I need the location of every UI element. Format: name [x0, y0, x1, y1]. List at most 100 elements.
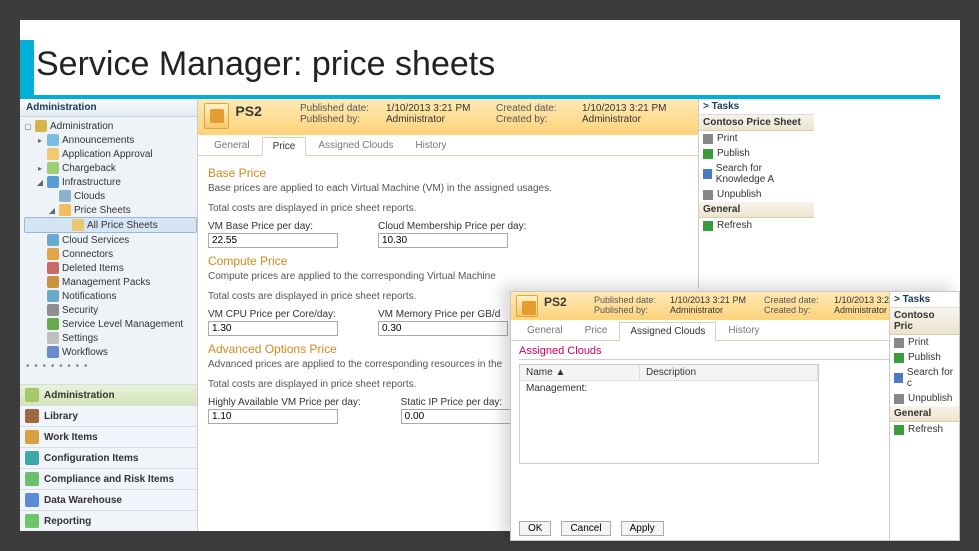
- tree-item[interactable]: Workflows: [24, 345, 197, 359]
- tree-item[interactable]: Service Level Management: [24, 317, 197, 331]
- section-label: Work Items: [44, 432, 98, 443]
- tree-item[interactable]: All Price Sheets: [24, 217, 197, 233]
- nav-header: Administration: [20, 99, 197, 117]
- folder-icon: [59, 190, 71, 202]
- tree-item[interactable]: ▢Administration: [24, 119, 197, 133]
- section-label: Data Warehouse: [44, 495, 122, 506]
- task-item[interactable]: Print: [699, 131, 814, 146]
- task-item[interactable]: Search for c: [890, 365, 959, 391]
- tree-item[interactable]: ◢Infrastructure: [24, 175, 197, 189]
- nav-section[interactable]: Configuration Items: [20, 447, 197, 468]
- price-sheet-icon: [204, 103, 229, 129]
- tasks-group: General: [890, 406, 959, 422]
- ha-vm-price-input[interactable]: [208, 409, 338, 424]
- task-item[interactable]: Publish: [699, 146, 814, 161]
- nav-section[interactable]: Reporting: [20, 510, 197, 531]
- section-label: Administration: [44, 390, 115, 401]
- task-item[interactable]: Search for Knowledge A: [699, 161, 814, 187]
- tree-item[interactable]: Application Approval: [24, 147, 197, 161]
- tree-item[interactable]: Settings: [24, 331, 197, 345]
- task-icon: [703, 169, 712, 179]
- tab[interactable]: General: [517, 322, 573, 340]
- folder-icon: [47, 234, 59, 246]
- form-tabs: GeneralPriceAssigned CloudsHistory: [198, 135, 698, 156]
- tree-item[interactable]: Deleted Items: [24, 261, 197, 275]
- tree-item[interactable]: ▸Chargeback: [24, 161, 197, 175]
- tab[interactable]: Assigned Clouds: [619, 322, 716, 341]
- task-item[interactable]: Refresh: [699, 218, 814, 233]
- folder-icon: [47, 318, 59, 330]
- folder-icon: [47, 276, 59, 288]
- vm-memory-price-input[interactable]: [378, 321, 508, 336]
- section-heading: Base Price: [208, 166, 688, 180]
- tree-item[interactable]: Notifications: [24, 289, 197, 303]
- nav-section[interactable]: Data Warehouse: [20, 489, 197, 510]
- folder-icon: [72, 219, 84, 231]
- price-sheet-icon: [516, 295, 538, 317]
- meta-key: Created date:: [496, 103, 582, 114]
- twisty-icon: ◢: [36, 178, 44, 187]
- section-desc: Compute prices are applied to the corres…: [208, 270, 688, 284]
- section-label: Configuration Items: [44, 453, 138, 464]
- tab[interactable]: History: [405, 137, 456, 155]
- tree-item[interactable]: ◢Price Sheets: [24, 203, 197, 217]
- tree-label: Administration: [50, 121, 113, 132]
- col-name[interactable]: Name ▲: [520, 365, 640, 380]
- tree-item[interactable]: Cloud Services: [24, 233, 197, 247]
- task-label: Search for c: [907, 367, 955, 389]
- apply-button[interactable]: Apply: [621, 521, 664, 536]
- nav-pane: Administration ▢Administration▸Announcem…: [20, 99, 198, 531]
- vm-cpu-price-input[interactable]: [208, 321, 338, 336]
- cloud-membership-price-input[interactable]: [378, 233, 508, 248]
- task-item[interactable]: Unpublish: [699, 187, 814, 202]
- nav-section[interactable]: Library: [20, 405, 197, 426]
- twisty-icon: ▸: [36, 136, 44, 145]
- meta-val: 1/10/2013 3:21 PM: [386, 103, 496, 114]
- clouds-list: Name ▲ Description Management:: [519, 364, 819, 464]
- folder-icon: [47, 262, 59, 274]
- tasks-header: > Tasks: [890, 292, 959, 308]
- nav-section[interactable]: Administration: [20, 384, 197, 405]
- nav-section[interactable]: Compliance and Risk Items: [20, 468, 197, 489]
- col-desc[interactable]: Description: [640, 365, 818, 380]
- nav-tree: ▢Administration▸AnnouncementsApplication…: [20, 117, 197, 361]
- tree-item[interactable]: Clouds: [24, 189, 197, 203]
- tree-item[interactable]: Connectors: [24, 247, 197, 261]
- section-icon: [25, 493, 39, 507]
- list-row[interactable]: Management:: [520, 381, 818, 396]
- field-label: VM Base Price per day:: [208, 221, 338, 232]
- tab[interactable]: History: [718, 322, 769, 340]
- task-item[interactable]: Print: [890, 335, 959, 350]
- section-icon: [25, 430, 39, 444]
- meta-key: Created date:: [764, 295, 834, 305]
- task-item[interactable]: Refresh: [890, 422, 959, 437]
- folder-icon: [47, 290, 59, 302]
- task-item[interactable]: Unpublish: [890, 391, 959, 406]
- meta-key: Published by:: [300, 114, 386, 125]
- nav-section[interactable]: Work Items: [20, 426, 197, 447]
- tree-item[interactable]: ▸Announcements: [24, 133, 197, 147]
- tree-item[interactable]: Management Packs: [24, 275, 197, 289]
- tasks-header: > Tasks: [699, 99, 814, 115]
- assigned-clouds-form: PS2 Published date: 1/10/2013 3:21 PM Cr…: [510, 291, 960, 541]
- tab[interactable]: Price: [575, 322, 618, 340]
- task-icon: [894, 353, 904, 363]
- tree-label: Notifications: [62, 291, 116, 302]
- tree-label: Settings: [62, 333, 98, 344]
- task-icon: [703, 149, 713, 159]
- task-item[interactable]: Publish: [890, 350, 959, 365]
- tab[interactable]: General: [204, 137, 260, 155]
- task-label: Refresh: [717, 220, 752, 231]
- task-label: Print: [908, 337, 929, 348]
- vm-base-price-input[interactable]: [208, 233, 338, 248]
- ok-button[interactable]: OK: [519, 521, 551, 536]
- section-icon: [25, 388, 39, 402]
- cancel-button[interactable]: Cancel: [561, 521, 610, 536]
- nav-sections: Administration Library Work Items Configura…: [20, 384, 197, 531]
- tree-item[interactable]: Security: [24, 303, 197, 317]
- meta-key: Created by:: [764, 305, 834, 315]
- tab[interactable]: Assigned Clouds: [308, 137, 403, 155]
- tab[interactable]: Price: [262, 137, 307, 156]
- tree-label: Price Sheets: [74, 205, 131, 216]
- tree-label: Workflows: [62, 347, 108, 358]
